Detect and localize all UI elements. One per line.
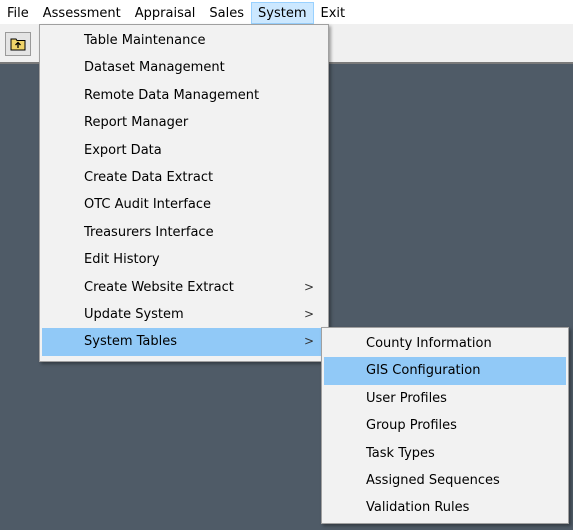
menu-item-label: System Tables <box>84 334 177 350</box>
submenu-item-validation-rules[interactable]: Validation Rules <box>324 494 566 521</box>
menu-item-label: Update System <box>84 306 184 322</box>
menu-item-create-data-extract[interactable]: Create Data Extract <box>42 164 326 191</box>
submenu-item-county-information[interactable]: County Information <box>324 330 566 357</box>
chevron-right-icon: > <box>303 334 314 349</box>
menu-item-remote-data-management[interactable]: Remote Data Management <box>42 82 326 109</box>
chevron-right-icon: > <box>303 279 314 294</box>
folder-up-icon <box>10 38 26 51</box>
menu-exit[interactable]: Exit <box>314 2 353 24</box>
submenu-item-user-profiles[interactable]: User Profiles <box>324 385 566 412</box>
menu-item-create-website-extract[interactable]: Create Website Extract > <box>42 274 326 301</box>
menu-item-table-maintenance[interactable]: Table Maintenance <box>42 27 326 54</box>
menu-file[interactable]: File <box>0 2 36 24</box>
menu-item-update-system[interactable]: Update System > <box>42 301 326 328</box>
system-tables-submenu: County Information GIS Configuration Use… <box>321 327 569 524</box>
chevron-right-icon: > <box>303 306 314 321</box>
submenu-item-task-types[interactable]: Task Types <box>324 440 566 467</box>
system-menu-dropdown: Table Maintenance Dataset Management Rem… <box>39 24 329 362</box>
menu-item-dataset-management[interactable]: Dataset Management <box>42 54 326 81</box>
submenu-item-group-profiles[interactable]: Group Profiles <box>324 412 566 439</box>
menu-appraisal[interactable]: Appraisal <box>128 2 203 24</box>
menu-assessment[interactable]: Assessment <box>36 2 128 24</box>
menu-item-otc-audit-interface[interactable]: OTC Audit Interface <box>42 191 326 218</box>
submenu-item-gis-configuration[interactable]: GIS Configuration <box>324 357 566 385</box>
menu-item-report-manager[interactable]: Report Manager <box>42 109 326 136</box>
menu-item-export-data[interactable]: Export Data <box>42 137 326 164</box>
submenu-item-assigned-sequences[interactable]: Assigned Sequences <box>324 467 566 494</box>
menu-sales[interactable]: Sales <box>202 2 251 24</box>
menu-system[interactable]: System <box>251 1 314 24</box>
menu-item-system-tables[interactable]: System Tables > <box>42 328 326 356</box>
menu-item-treasurers-interface[interactable]: Treasurers Interface <box>42 219 326 246</box>
menu-bar: File Assessment Appraisal Sales System E… <box>0 0 573 24</box>
menu-item-label: Create Website Extract <box>84 279 234 295</box>
menu-item-edit-history[interactable]: Edit History <box>42 246 326 273</box>
folder-up-button[interactable] <box>5 32 31 56</box>
